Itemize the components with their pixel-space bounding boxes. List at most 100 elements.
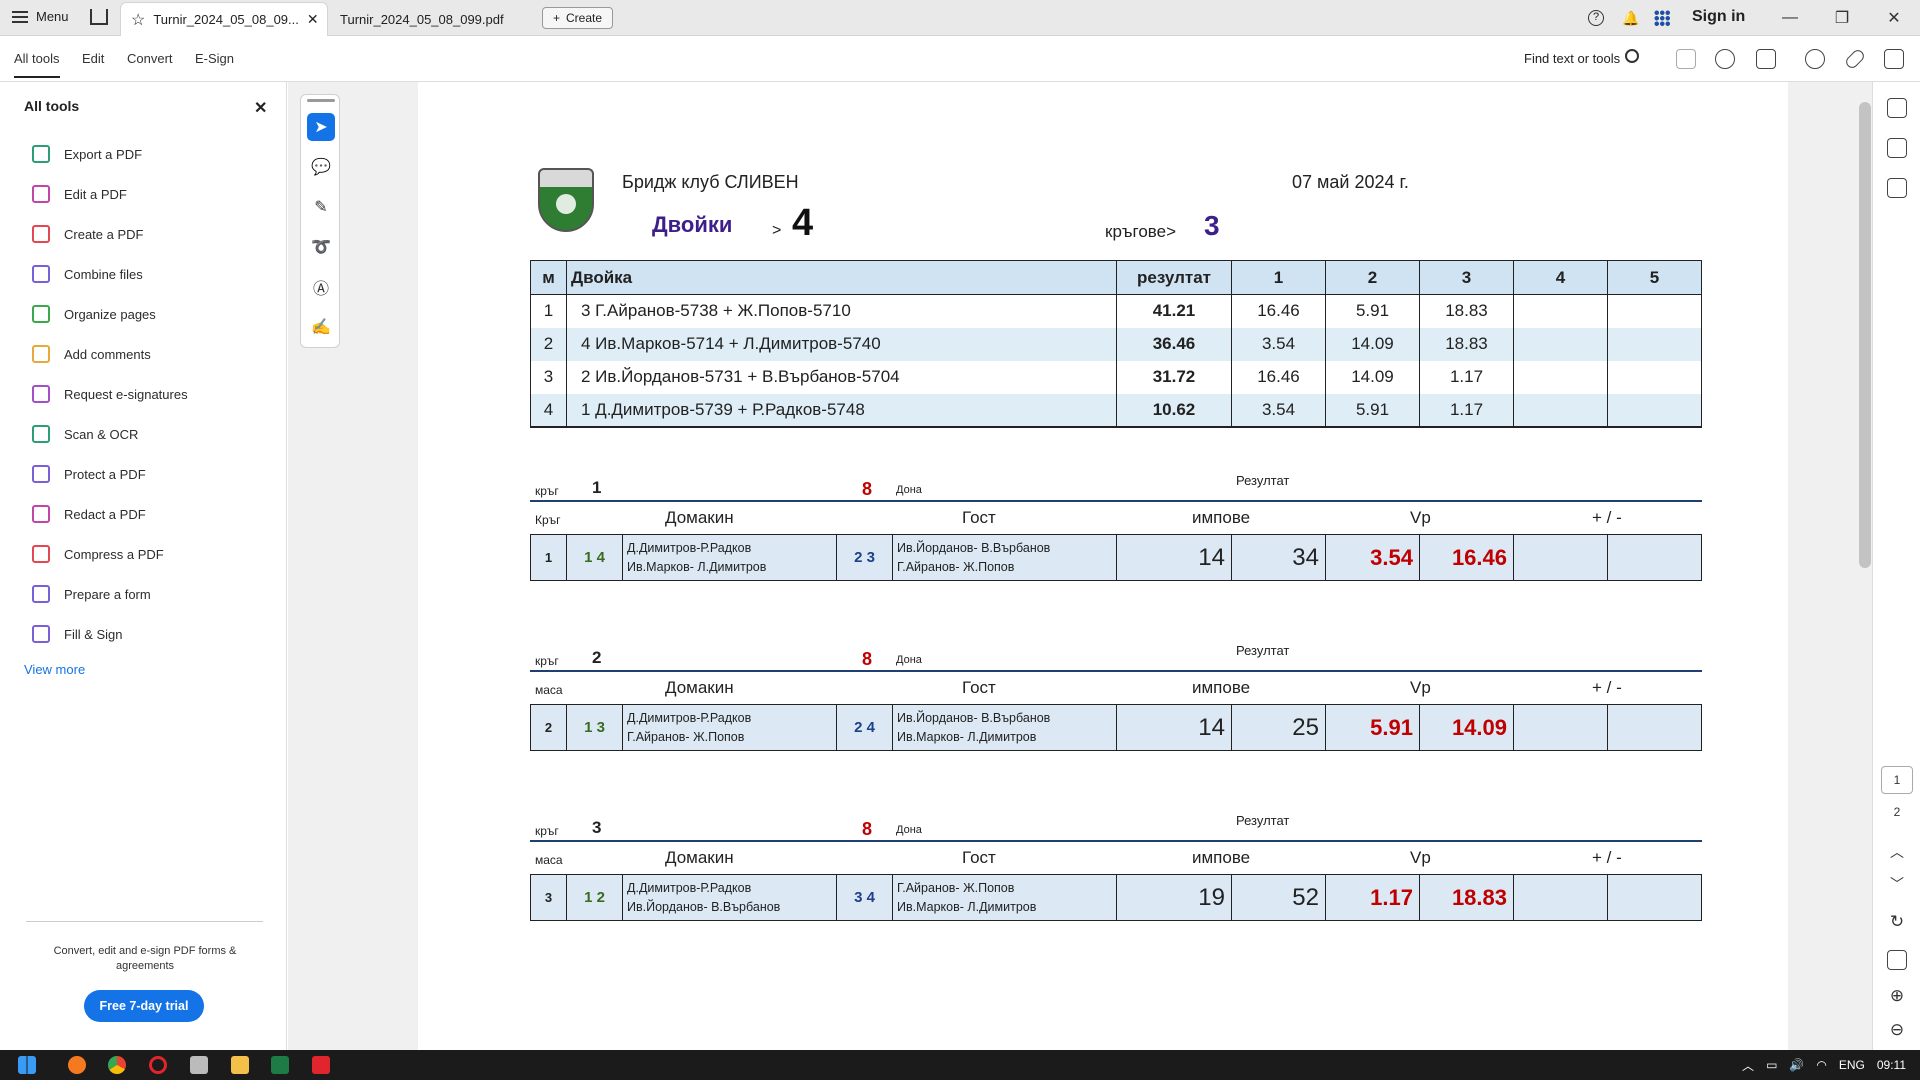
tool-create-a-pdf[interactable]: Create a PDF (32, 224, 143, 244)
acrobat-icon[interactable] (312, 1056, 330, 1074)
zoom-out-icon[interactable]: ⊖ (1881, 1016, 1913, 1044)
table-cell (1513, 393, 1608, 428)
star-icon[interactable]: ☆ (131, 10, 145, 30)
table-cell (1607, 294, 1702, 328)
divider (530, 500, 1702, 502)
network-icon[interactable]: ▭ (1766, 1058, 1777, 1072)
chrome-icon[interactable] (108, 1056, 126, 1074)
col-vp: Vp (1410, 678, 1431, 697)
col-r1: 1 (1231, 260, 1326, 295)
tool-request-e-signatures[interactable]: Request e-signatures (32, 384, 188, 404)
chevron-down-icon[interactable]: ﹀ (1881, 870, 1913, 898)
excel-icon[interactable] (271, 1056, 289, 1074)
tool-label: Redact a PDF (64, 506, 146, 522)
tool-redact-a-pdf[interactable]: Redact a PDF (32, 504, 146, 524)
table-cell: 18.83 (1419, 294, 1514, 328)
tab-all-tools[interactable]: All tools (14, 51, 60, 78)
text-select-icon[interactable]: Ⓐ (307, 273, 335, 301)
scroll-thumb[interactable] (1859, 102, 1871, 568)
highlight-pen-icon[interactable]: ✎ (307, 193, 335, 221)
system-tray: ︿ ▭ 🔊 ◠ ENG 09:11 (1742, 1050, 1920, 1080)
tool-add-comments[interactable]: Add comments (32, 344, 151, 364)
cloud-upload-icon[interactable] (1715, 49, 1735, 69)
dona-label: Дона (896, 484, 922, 496)
draw-freehand-icon[interactable]: ➰ (307, 233, 335, 261)
chevron-up-icon[interactable]: ︿ (1742, 1057, 1754, 1074)
tab-edit[interactable]: Edit (82, 51, 104, 66)
tool-label: Export a PDF (64, 146, 143, 162)
tool-edit-a-pdf[interactable]: Edit a PDF (32, 184, 127, 204)
tool-export-a-pdf[interactable]: Export a PDF (32, 144, 142, 164)
add-comment-icon[interactable]: 💬 (307, 153, 335, 181)
help-icon[interactable]: ? (1588, 10, 1604, 26)
pair-names: Д.Димитров-Р.Радков (627, 710, 752, 725)
sign-icon[interactable]: ✍ (307, 313, 335, 341)
round-number: 2 (592, 648, 602, 667)
zoom-in-icon[interactable]: ⊕ (1881, 982, 1913, 1010)
pages-icon[interactable] (1887, 178, 1907, 198)
create-button[interactable]: + Create (542, 7, 614, 29)
windows-start-icon[interactable] (18, 1056, 36, 1074)
bell-icon[interactable]: 🔔 (1622, 10, 1639, 27)
sign-in-button[interactable]: Sign in (1692, 8, 1745, 26)
document-scan-icon[interactable] (1887, 950, 1907, 970)
save-icon[interactable] (1676, 49, 1696, 69)
find-text-field[interactable]: Find text or tools (1524, 51, 1620, 66)
table-cell: 1 2 (566, 874, 623, 921)
file-explorer-icon[interactable] (231, 1056, 249, 1074)
link-icon[interactable] (1843, 47, 1867, 71)
home-icon[interactable] (90, 9, 108, 25)
col-place: м (530, 260, 567, 295)
rotate-icon[interactable]: ↻ (1881, 908, 1913, 936)
apps-grid-icon[interactable] (1654, 10, 1670, 26)
clock[interactable]: 09:11 (1877, 1058, 1906, 1072)
tab-convert[interactable]: Convert (127, 51, 173, 66)
view-more-link[interactable]: View more (24, 662, 85, 677)
pair-names: Ив.Марков- Л.Димитров (627, 559, 767, 574)
pair-names: Г.Айранов- Ж.Попов (897, 559, 1015, 574)
free-trial-button[interactable]: Free 7-day trial (84, 990, 204, 1022)
tool-icon (32, 145, 50, 163)
tab-active-document[interactable]: ☆ Turnir_2024_05_08_09... ✕ (120, 2, 328, 36)
library-icon[interactable] (190, 1056, 208, 1074)
tool-scan-ocr[interactable]: Scan & OCR (32, 424, 138, 444)
wifi-icon[interactable]: ◠ (1816, 1058, 1826, 1072)
close-tab-icon[interactable]: ✕ (307, 11, 319, 28)
firefox-icon[interactable] (68, 1056, 86, 1074)
search-icon[interactable] (1625, 49, 1639, 63)
email-icon[interactable] (1884, 49, 1904, 69)
chevron-up-icon[interactable]: ︿ (1881, 838, 1913, 866)
comments-icon[interactable] (1887, 98, 1907, 118)
tab-esign[interactable]: E-Sign (195, 51, 234, 66)
close-panel-icon[interactable]: ✕ (254, 98, 267, 118)
table-cell: 4 (530, 393, 567, 428)
tournament-date: 07 май 2024 г. (1292, 172, 1409, 192)
menu-button[interactable]: Menu (12, 9, 69, 24)
tool-fill-sign[interactable]: Fill & Sign (32, 624, 123, 644)
select-cursor-icon[interactable]: ➤ (307, 113, 335, 141)
table-cell: 52 (1231, 874, 1326, 921)
tab-second-document[interactable]: Turnir_2024_05_08_099.pdf (330, 2, 535, 36)
minimize-icon[interactable]: — (1764, 9, 1816, 27)
close-window-icon[interactable]: ✕ (1868, 8, 1920, 28)
tool-compress-a-pdf[interactable]: Compress a PDF (32, 544, 164, 564)
col-r3: 3 (1419, 260, 1514, 295)
page-thumb-2[interactable]: 2 (1881, 798, 1913, 826)
language-indicator[interactable]: ENG (1839, 1058, 1865, 1072)
bookmarks-icon[interactable] (1887, 138, 1907, 158)
tool-protect-a-pdf[interactable]: Protect a PDF (32, 464, 146, 484)
page-margin (1788, 82, 1860, 1050)
tool-prepare-a-form[interactable]: Prepare a form (32, 584, 151, 604)
tool-organize-pages[interactable]: Organize pages (32, 304, 156, 324)
share-user-icon[interactable] (1805, 49, 1825, 69)
table-cell: 3.54 (1231, 327, 1326, 361)
print-icon[interactable] (1756, 49, 1776, 69)
vertical-scrollbar[interactable] (1856, 82, 1872, 1050)
boards-count: 8 (862, 479, 873, 499)
drag-handle[interactable] (307, 99, 335, 102)
opera-icon[interactable] (149, 1056, 167, 1074)
tool-combine-files[interactable]: Combine files (32, 264, 143, 284)
page-thumb-1[interactable]: 1 (1881, 766, 1913, 794)
volume-icon[interactable]: 🔊 (1789, 1058, 1804, 1072)
maximize-icon[interactable]: ❐ (1816, 8, 1868, 28)
